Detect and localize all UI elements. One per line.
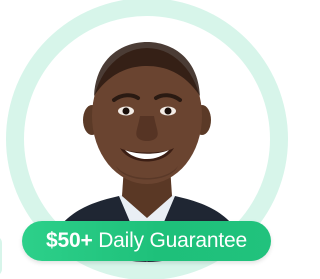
daily-guarantee-badge: $50+ Daily Guarantee <box>22 221 271 261</box>
badge-label: Daily Guarantee <box>98 229 247 252</box>
badge-amount: $50+ <box>46 229 93 252</box>
badge-text: $50+ Daily Guarantee <box>46 229 247 253</box>
promo-card: $50+ Daily Guarantee <box>0 0 288 279</box>
ring-edge-decoration <box>0 236 2 276</box>
